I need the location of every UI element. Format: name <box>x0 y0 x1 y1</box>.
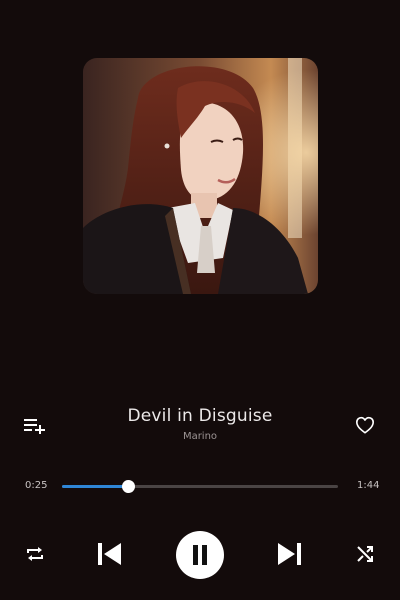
shuffle-icon <box>357 546 373 562</box>
elapsed-time: 0:25 <box>25 480 48 491</box>
album-artwork-image <box>83 58 318 294</box>
track-title: Devil in Disguise <box>127 406 273 426</box>
pause-icon <box>193 545 207 565</box>
favorite-button[interactable] <box>354 414 376 436</box>
previous-button[interactable] <box>94 540 124 568</box>
total-time: 1:44 <box>357 480 380 491</box>
progress-fill <box>62 485 129 488</box>
heart-outline-icon <box>356 416 374 434</box>
skip-next-icon <box>278 543 301 565</box>
skip-previous-icon <box>98 543 121 565</box>
progress-bar[interactable] <box>62 480 338 493</box>
shuffle-button[interactable] <box>354 543 376 565</box>
track-artist: Marino <box>182 431 218 442</box>
album-artwork <box>83 58 318 294</box>
repeat-icon <box>27 547 43 561</box>
progress-knob[interactable] <box>121 480 135 493</box>
play-pause-button[interactable] <box>176 531 224 579</box>
repeat-button[interactable] <box>24 543 46 565</box>
next-button[interactable] <box>275 540 305 568</box>
